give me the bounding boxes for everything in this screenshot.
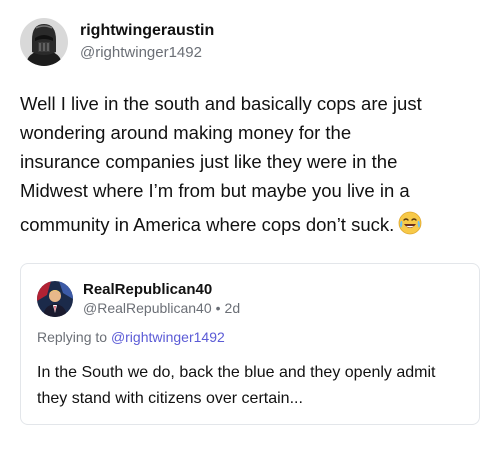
post-text-line: wondering around making money for the [20,122,352,143]
author-names: rightwingeraustin @rightwinger1492 [80,20,214,64]
laughing-crying-emoji-icon [398,211,422,243]
quoted-author-avatar[interactable] [37,281,73,317]
post-text: Well I live in the south and basically c… [20,89,488,243]
helmet-avatar-icon [20,18,68,66]
quoted-author-handle[interactable]: @RealRepublican40 [83,300,212,316]
post-text-line: Well I live in the south and basically c… [20,93,422,114]
author-display-name[interactable]: rightwingeraustin [80,20,214,42]
quoted-post-header: RealRepublican40 @RealRepublican40 • 2d [37,280,240,318]
replying-to-handle-link[interactable]: @rightwinger1492 [111,329,225,345]
post-text-line: community in America where cops don’t su… [20,214,395,235]
post-text-line: insurance companies just like they were … [20,151,398,172]
portrait-avatar-icon [37,281,73,317]
quoted-author-names: RealRepublican40 @RealRepublican40 • 2d [83,280,240,318]
author-handle[interactable]: @rightwinger1492 [80,42,214,64]
meta-separator: • [215,300,221,316]
quoted-post-age[interactable]: 2d [225,300,241,316]
post-header: rightwingeraustin @rightwinger1492 [20,18,214,66]
replying-to: Replying to @rightwinger1492 [37,327,225,347]
author-avatar[interactable] [20,18,68,66]
replying-to-label: Replying to [37,329,108,345]
post-text-line: Midwest where I’m from but maybe you liv… [20,180,410,201]
quoted-author-display-name[interactable]: RealRepublican40 [83,280,240,299]
quoted-post-text: In the South we do, back the blue and th… [37,364,436,407]
post-text-last-row: community in America where cops don’t su… [20,210,488,243]
quoted-post-card[interactable]: RealRepublican40 @RealRepublican40 • 2d Re… [20,263,480,425]
quoted-author-meta: @RealRepublican40 • 2d [83,299,240,318]
